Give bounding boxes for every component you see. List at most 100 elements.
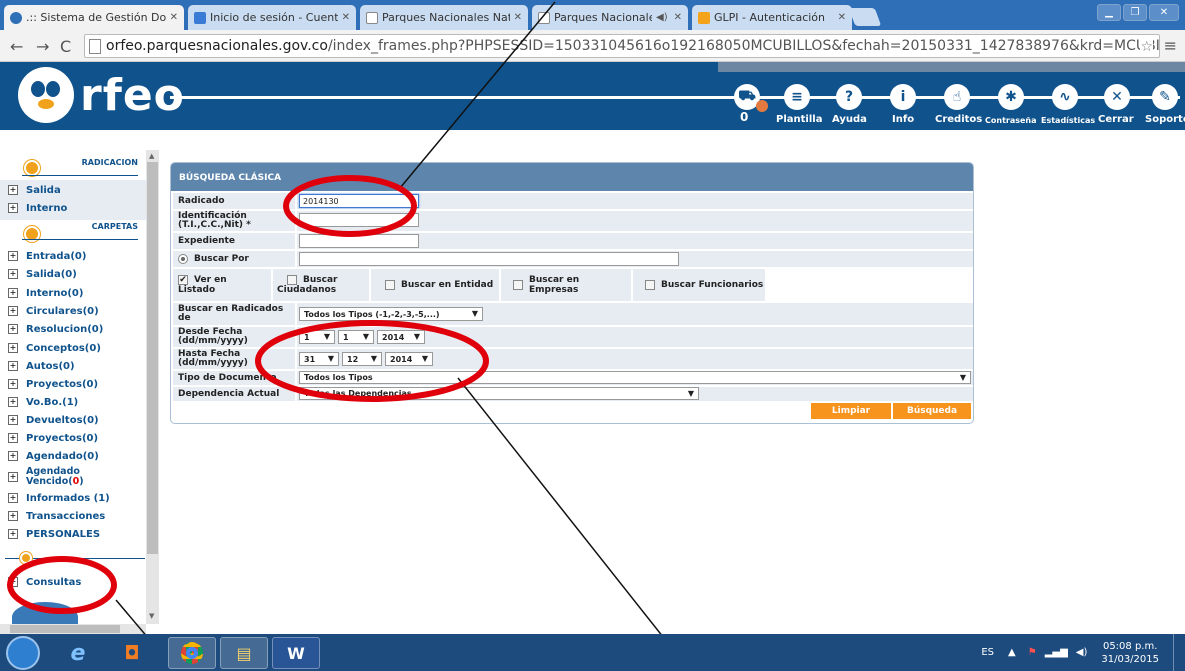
- dependencia-select[interactable]: Todas las Dependencias ▼: [299, 387, 699, 400]
- limpiar-button[interactable]: Limpiar: [811, 403, 891, 419]
- buscar-ciudadanos-checkbox[interactable]: [287, 275, 297, 285]
- buscar-empresas-option[interactable]: Buscar en Empresas: [501, 269, 631, 301]
- expediente-input[interactable]: [299, 234, 419, 248]
- hscroll-thumb[interactable]: [10, 625, 120, 633]
- system-clock[interactable]: 05:08 p.m. 31/03/2015: [1101, 640, 1159, 666]
- close-tab-icon[interactable]: ✕: [838, 12, 846, 23]
- reload-icon[interactable]: C: [60, 37, 71, 56]
- key-icon[interactable]: ✱: [998, 84, 1024, 110]
- sidebar-item-autos[interactable]: + Autos(0): [8, 358, 75, 374]
- address-bar[interactable]: orfeo.parquesnacionales.gov.co/index_fra…: [84, 34, 1160, 58]
- explorer-folder-icon[interactable]: ▤: [220, 637, 268, 669]
- toolbar-label-estadisticas[interactable]: Estadísticas: [1041, 116, 1095, 125]
- sidebar-item-proyectos[interactable]: + Proyectos(0): [8, 376, 98, 392]
- new-tab-button[interactable]: [848, 8, 882, 26]
- sidebar-item-agendado-vencido[interactable]: + Agendado Vencido(0): [8, 466, 84, 488]
- show-desktop-button[interactable]: [1173, 634, 1185, 671]
- sidebar-item-personales[interactable]: + PERSONALES: [8, 526, 100, 542]
- buscar-ciudadanos-option[interactable]: Buscar Ciudadanos: [273, 269, 369, 301]
- help-icon[interactable]: ?: [836, 84, 862, 110]
- identificacion-input[interactable]: [299, 213, 419, 227]
- signal-icon[interactable]: ▂▄▆: [1045, 647, 1068, 658]
- buscar-entidad-option[interactable]: Buscar en Entidad: [371, 269, 499, 301]
- tray-expand-icon[interactable]: ▲: [1008, 647, 1016, 658]
- tab-parques-1[interactable]: Parques Nacionales Natur ✕: [360, 5, 528, 30]
- toolbar-label-creditos[interactable]: Creditos: [935, 114, 982, 125]
- hasta-year-select[interactable]: 2014 ▼: [385, 352, 433, 366]
- sidebar-item-salida[interactable]: + Salida(0): [8, 266, 77, 282]
- close-tab-icon[interactable]: ✕: [342, 12, 350, 23]
- ver-listado-checkbox[interactable]: ✔: [178, 275, 188, 285]
- sidebar-item-entrada[interactable]: + Entrada(0): [8, 248, 86, 264]
- sidebar-item-resolucion[interactable]: + Resolucion(0): [8, 321, 103, 337]
- minimize-button[interactable]: ▁: [1097, 4, 1121, 21]
- hasta-month-select[interactable]: 12 ▼: [342, 352, 382, 366]
- tab-sistema-gestion[interactable]: .:: Sistema de Gestión Doc ✕: [4, 5, 184, 30]
- sidebar-item-proyectos-2[interactable]: + Proyectos(0): [8, 430, 98, 446]
- sidebar-item-agendado[interactable]: + Agendado(0): [8, 448, 99, 464]
- toolbar-label-contrasena[interactable]: Contraseña: [985, 116, 1037, 125]
- busqueda-button[interactable]: Búsqueda: [893, 403, 971, 419]
- desde-month-select[interactable]: 1 ▼: [338, 330, 374, 344]
- sidebar-item-conceptos[interactable]: + Conceptos(0): [8, 340, 101, 356]
- sidebar-scrollbar[interactable]: ▲ ▼: [146, 150, 159, 624]
- toolbar-label-info[interactable]: Info: [892, 114, 914, 125]
- close-tab-icon[interactable]: ✕: [170, 12, 178, 23]
- sidebar-item-informados[interactable]: + Informados (1): [8, 490, 110, 506]
- volume-icon[interactable]: ◀): [1076, 647, 1088, 658]
- sidebar-item-vobo[interactable]: + Vo.Bo.(1): [8, 394, 78, 410]
- buscar-por-label[interactable]: Buscar Por: [173, 251, 295, 267]
- buscar-empresas-checkbox[interactable]: [513, 280, 523, 290]
- close-icon[interactable]: ✕: [1104, 84, 1130, 110]
- sidebar-item-interno-rad[interactable]: + Interno: [8, 200, 67, 216]
- chrome-icon[interactable]: [168, 637, 216, 669]
- buscar-por-input[interactable]: [299, 252, 679, 266]
- toolbar-label-ayuda[interactable]: Ayuda: [832, 114, 867, 125]
- scroll-thumb[interactable]: [147, 162, 158, 554]
- sidebar-item-circulares[interactable]: + Circulares(0): [8, 303, 99, 319]
- desde-year-select[interactable]: 2014 ▼: [377, 330, 425, 344]
- toolbar-label-cerrar[interactable]: Cerrar: [1098, 114, 1134, 125]
- desde-day-select[interactable]: 1 ▼: [299, 330, 335, 344]
- tab-inicio-sesion[interactable]: Inicio de sesión - Cuentas ✕: [188, 5, 356, 30]
- radicado-input[interactable]: [299, 194, 419, 208]
- sidebar-item-consultas[interactable]: + Consultas: [8, 574, 81, 590]
- buscar-entidad-checkbox[interactable]: [385, 280, 395, 290]
- ver-listado-option[interactable]: ✔ Ver en Listado: [173, 269, 271, 301]
- buscar-por-radio[interactable]: [178, 254, 188, 264]
- close-tab-icon[interactable]: ✕: [514, 12, 522, 23]
- radicados-tipo-select[interactable]: Todos los Tipos (-1,-2,-3,-5,...) ▼: [299, 307, 483, 321]
- chart-icon[interactable]: ∿: [1052, 84, 1078, 110]
- maximize-button[interactable]: ❐: [1123, 4, 1147, 21]
- outlook-icon[interactable]: ◘: [108, 637, 156, 669]
- back-icon[interactable]: ←: [10, 37, 23, 56]
- toolbar-label-plantilla[interactable]: Plantilla: [776, 114, 822, 125]
- word-icon[interactable]: W: [272, 637, 320, 669]
- close-tab-icon[interactable]: ✕: [674, 12, 682, 23]
- wrench-icon[interactable]: ✎: [1152, 84, 1178, 110]
- bookmark-star-icon[interactable]: ☆: [1140, 39, 1153, 55]
- info-icon[interactable]: i: [890, 84, 916, 110]
- tab-glpi[interactable]: GLPI - Autenticación ✕: [692, 5, 852, 30]
- page-info-icon[interactable]: [89, 38, 101, 54]
- sidebar-item-devueltos[interactable]: + Devueltos(0): [8, 412, 99, 428]
- forward-icon[interactable]: →: [36, 37, 49, 56]
- sidebar-item-transacciones[interactable]: + Transacciones: [8, 508, 105, 524]
- sidebar-item-interno[interactable]: + Interno(0): [8, 285, 83, 301]
- tipo-documento-select[interactable]: Todos los Tipos ▼: [299, 371, 971, 384]
- network-warning-icon[interactable]: ⚑: [1028, 647, 1037, 658]
- document-icon[interactable]: ≡: [784, 84, 810, 110]
- sidebar-hscrollbar[interactable]: [0, 624, 146, 634]
- close-window-button[interactable]: ✕: [1149, 4, 1179, 21]
- buscar-funcionarios-option[interactable]: Buscar Funcionarios: [633, 269, 765, 301]
- handshake-icon[interactable]: ☝: [944, 84, 970, 110]
- scroll-up-icon[interactable]: ▲: [149, 152, 154, 160]
- tab-parques-2[interactable]: Parques Nacionales Na ◀) ✕: [532, 5, 688, 30]
- toolbar-label-soporte[interactable]: Soporte: [1145, 114, 1185, 125]
- hasta-day-select[interactable]: 31 ▼: [299, 352, 339, 366]
- browser-menu-icon[interactable]: ≡: [1164, 36, 1177, 55]
- ie-icon[interactable]: e: [54, 637, 102, 669]
- scroll-down-icon[interactable]: ▼: [149, 612, 154, 620]
- language-indicator[interactable]: ES: [981, 647, 994, 658]
- sidebar-item-salida-rad[interactable]: + Salida: [8, 182, 61, 198]
